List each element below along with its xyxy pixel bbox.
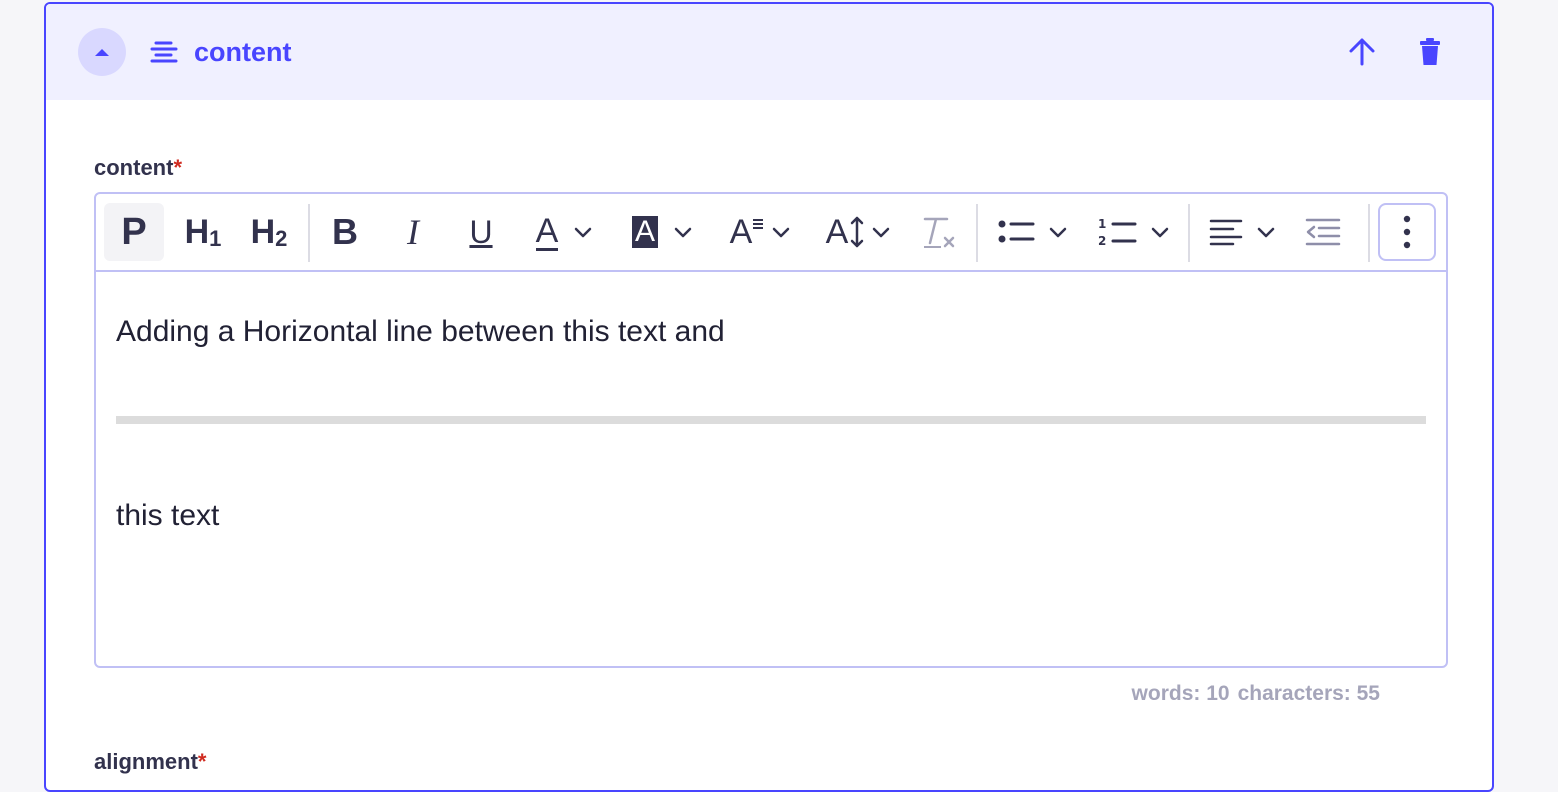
editor-paragraph: this text [116,499,220,532]
more-vertical-icon [1403,215,1411,249]
line-height-label: A [825,212,849,251]
caret-up-icon [95,49,109,56]
font-size-label: A [729,212,753,251]
chevron-down-icon [773,227,790,238]
chevron-down-icon [1049,227,1067,238]
required-mark: * [173,155,183,180]
font-size-lines-icon [753,219,764,229]
background-color-button[interactable]: A [624,203,700,261]
alignment-field-label: alignment* [94,748,206,776]
character-count: characters: 55 [1237,682,1380,705]
heading2-label: H [250,212,276,251]
block-title: content [194,37,292,67]
underline-button[interactable]: U [458,203,504,261]
toolbar-separator [1368,204,1370,262]
heading2-sub: 2 [275,226,288,251]
chevron-down-icon [575,227,592,238]
numbered-list-icon: 1 2 [1098,217,1137,248]
toolbar-separator [308,204,310,262]
font-size-button[interactable]: A [722,203,798,261]
numbered-list-button[interactable]: 1 2 [1090,203,1176,261]
clear-formatting-button[interactable] [916,203,962,261]
field-label: content* [94,154,182,182]
delete-button[interactable] [1414,36,1446,68]
trash-icon [1420,38,1440,65]
toolbar-separator [1188,204,1190,262]
move-up-button[interactable] [1346,36,1378,68]
paragraph-button[interactable]: P [104,203,164,261]
editor-toolbar: P H1 H2 B I U A A A A 1 2 [96,194,1446,272]
rich-text-editor: P H1 H2 B I U A A A A 1 2 Adding a Horiz… [94,192,1448,668]
editor-content[interactable]: Adding a Horizontal line between this te… [116,272,1426,666]
horizontal-rule [116,416,1426,424]
outdent-icon [1305,218,1341,246]
heading2-button[interactable]: H2 [242,203,296,261]
dynamic-zone-block: content content* P H1 H 2 B I U A A A A … [44,2,1494,792]
word-counter: words: 10 characters: 55 [1132,680,1380,708]
clear-formatting-icon [923,217,955,248]
editor-paragraph: Adding a Horizontal line between this te… [116,315,725,348]
chevron-down-icon [873,227,890,238]
chevron-down-icon [1151,227,1169,238]
required-mark: * [197,749,207,774]
toolbar-separator [976,204,978,262]
font-color-button[interactable]: A [524,203,604,261]
collapse-button[interactable] [78,28,126,76]
text-align-icon [150,41,178,63]
chevron-down-icon [1257,227,1275,238]
word-count: words: 10 [1131,682,1230,705]
background-color-label: A [631,216,658,248]
align-left-icon [1209,219,1243,246]
heading1-button[interactable]: H1 [176,203,230,261]
chevron-down-icon [674,227,692,238]
heading1-sub: 1 [209,226,222,251]
vertical-arrows-icon [851,216,864,248]
bold-button[interactable]: B [322,203,368,261]
bold-label: B [332,211,358,252]
heading1-label: H [184,212,210,251]
svg-text:2: 2 [1098,234,1106,248]
bullet-list-button[interactable] [990,203,1074,261]
outdent-button[interactable] [1300,203,1346,261]
arrow-up-icon [1349,38,1375,66]
align-button[interactable] [1202,203,1282,261]
line-height-button[interactable]: A [818,203,898,261]
font-color-label: A [535,211,559,251]
bullet-list-icon [998,220,1035,243]
underline-label: U [469,213,493,250]
more-button[interactable] [1378,203,1436,261]
paragraph-label: P [121,210,147,253]
svg-text:1: 1 [1098,217,1106,231]
block-header: content [46,4,1492,100]
italic-label: I [407,212,419,252]
field-label-text: content [94,155,174,180]
alignment-label-text: alignment [94,749,198,774]
italic-button[interactable]: I [390,203,436,261]
